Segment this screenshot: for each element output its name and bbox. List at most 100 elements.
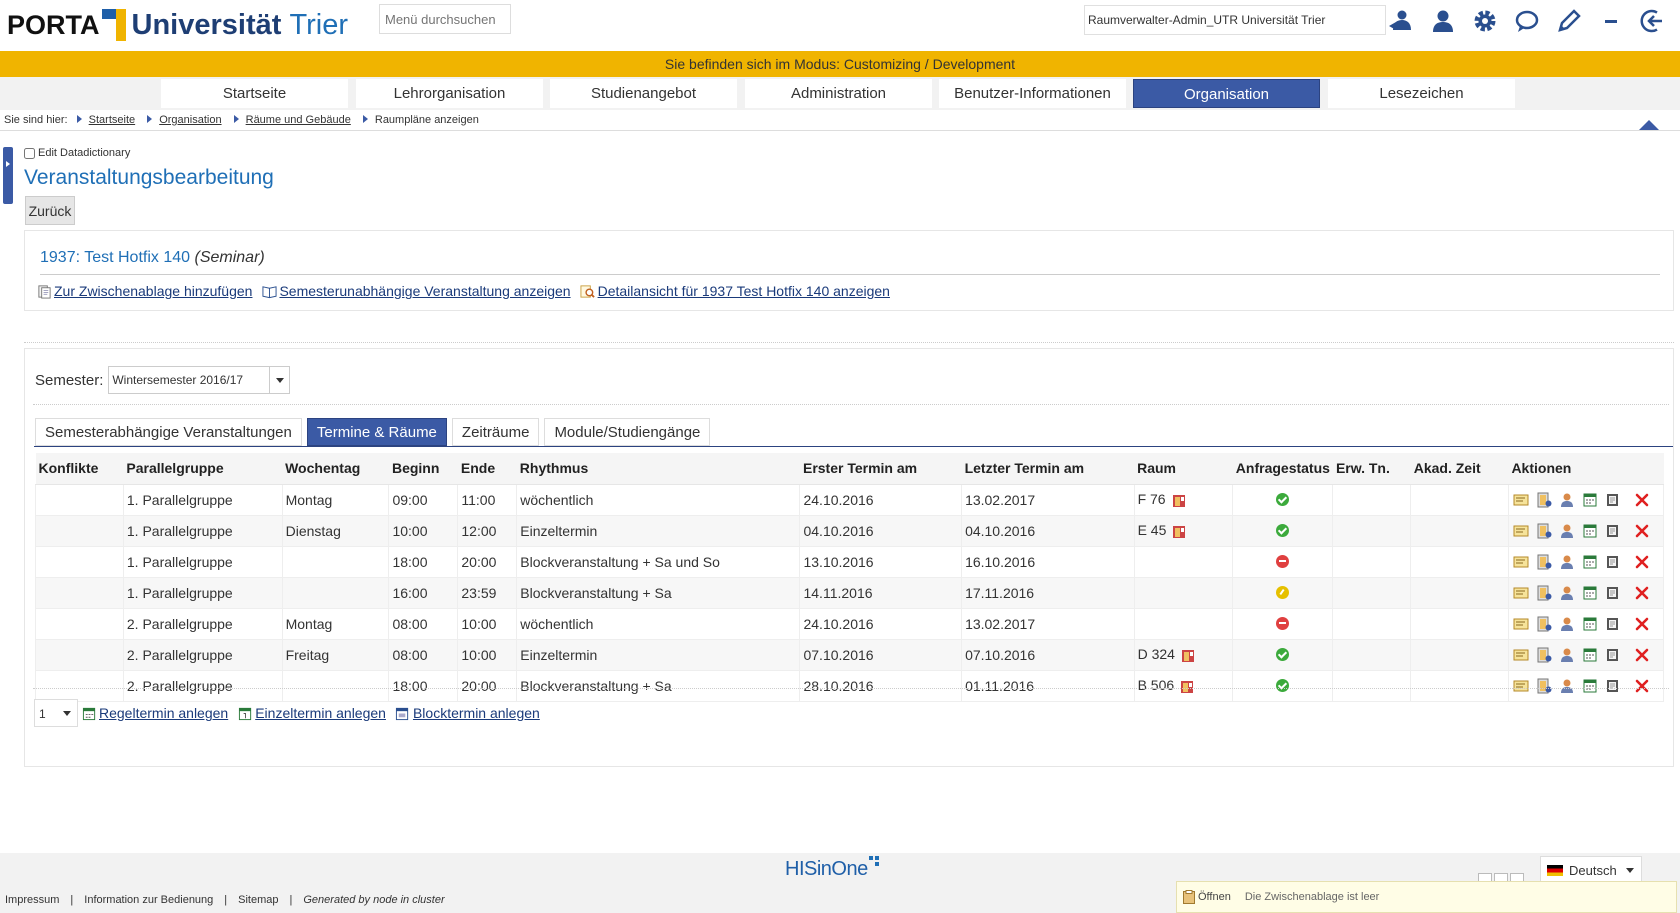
tab-termine-raeume[interactable]: Termine & Räume [306,418,447,446]
nav-tab-lehrorganisation[interactable]: Lehrorganisation [356,79,543,108]
semester-independent-label[interactable]: Semesterunabhängige Veranstaltung anzeig… [279,283,570,299]
semester-independent-link[interactable]: Semesterunabhängige Veranstaltung anzeig… [261,283,571,299]
gear-icon[interactable] [1470,6,1500,36]
logout-icon[interactable] [1638,6,1668,36]
back-button[interactable]: Zurück [25,196,75,225]
semester-select[interactable]: Wintersemester 2016/17 [108,366,291,394]
chat-icon[interactable] [1512,6,1542,36]
room-request-icon[interactable] [1535,522,1554,539]
delete-icon[interactable] [1633,615,1652,632]
room-request-icon[interactable] [1535,646,1554,663]
edit-note-icon[interactable] [1512,646,1531,663]
create-single-date-label[interactable]: Einzeltermin anlegen [255,705,386,721]
footer-link-bedienung[interactable]: Information zur Bedienung [84,894,213,906]
create-block-date-link[interactable]: Blocktermin anlegen [395,705,540,721]
room-door-icon[interactable] [1172,525,1186,539]
calendar-icon[interactable] [1581,615,1600,632]
column-header: Aktionen [1508,453,1664,485]
detail-view-link[interactable]: Detailansicht für 1937 Test Hotfix 140 a… [580,283,890,299]
create-single-date-link[interactable]: Einzeltermin anlegen [237,705,386,721]
lecturer-icon[interactable] [1558,677,1577,694]
create-block-date-label[interactable]: Blocktermin anlegen [413,705,540,721]
room-label: B 506 [1137,677,1175,694]
calendar-icon[interactable] [1581,491,1600,508]
add-to-clipboard-label[interactable]: Zur Zwischenablage hinzufügen [54,283,252,299]
edit-note-icon[interactable] [1512,615,1531,632]
notebook-icon[interactable] [1604,677,1623,694]
edit-note-icon[interactable] [1512,584,1531,601]
notebook-icon[interactable] [1604,646,1623,663]
lecturer-icon[interactable] [1558,584,1577,601]
nav-tab-administration[interactable]: Administration [745,79,932,108]
tab-module-studiengaenge[interactable]: Module/Studiengänge [544,418,711,446]
table-row: 1. Parallelgruppe Montag 09:00 11:00 wöchent… [35,483,1665,516]
calendar-icon[interactable] [1581,584,1600,601]
clipboard-open-link[interactable]: Öffnen [1198,891,1231,903]
menu-search-input[interactable] [379,4,511,34]
collapse-header-icon[interactable] [1639,120,1659,130]
room-request-icon[interactable] [1535,677,1554,694]
nav-tab-benutzer-informationen[interactable]: Benutzer-Informationen [939,79,1126,108]
lecturer-icon[interactable] [1558,491,1577,508]
edit-datadictionary[interactable]: Edit Datadictionary [24,147,130,159]
edit-note-icon[interactable] [1512,522,1531,539]
language-select[interactable]: Deutsch [1540,856,1642,884]
nav-tab-lesezeichen[interactable]: Lesezeichen [1328,79,1515,108]
edit-note-icon[interactable] [1512,491,1531,508]
detail-view-label[interactable]: Detailansicht für 1937 Test Hotfix 140 a… [598,283,890,299]
chevron-down-icon[interactable] [269,367,289,393]
count-select[interactable]: 1 [34,699,78,727]
nav-tab-studienangebot[interactable]: Studienangebot [550,79,737,108]
tab-zeitraeume[interactable]: Zeiträume [451,418,540,446]
edit-note-icon[interactable] [1512,553,1531,570]
breadcrumb-startseite[interactable]: Startseite [89,114,135,126]
calendar-icon[interactable] [1581,646,1600,663]
room-request-icon[interactable] [1535,553,1554,570]
delete-icon[interactable] [1633,491,1652,508]
minimize-icon[interactable] [1596,6,1626,36]
notebook-icon[interactable] [1604,584,1623,601]
breadcrumb-organisation[interactable]: Organisation [159,114,221,126]
create-regular-date-link[interactable]: Regeltermin anlegen [81,705,228,721]
nav-tab-organisation[interactable]: Organisation [1133,79,1320,108]
room-request-icon[interactable] [1535,584,1554,601]
room-door-icon[interactable] [1172,494,1186,508]
lecturer-icon[interactable] [1558,646,1577,663]
delete-icon[interactable] [1633,584,1652,601]
calendar-icon[interactable] [1581,553,1600,570]
edit-datadictionary-checkbox[interactable] [24,147,35,159]
notebook-icon[interactable] [1604,553,1623,570]
room-request-icon[interactable] [1535,615,1554,632]
nav-tab-startseite[interactable]: Startseite [161,79,348,108]
room-door-icon[interactable] [1180,680,1194,694]
room-door-icon[interactable] [1181,649,1195,663]
notebook-icon[interactable] [1604,615,1623,632]
pencil-icon[interactable] [1554,6,1584,36]
lecturer-icon[interactable] [1558,522,1577,539]
calendar-icon[interactable] [1581,677,1600,694]
cell-tag: Dienstag [281,514,390,547]
delete-icon[interactable] [1633,646,1652,663]
notebook-icon[interactable] [1604,491,1623,508]
role-switch-icon[interactable] [1385,6,1415,36]
breadcrumb-raeume[interactable]: Räume und Gebäude [246,114,351,126]
delete-icon[interactable] [1633,677,1652,694]
room-request-icon[interactable] [1535,491,1554,508]
edit-note-icon[interactable] [1512,677,1531,694]
footer-link-sitemap[interactable]: Sitemap [238,894,278,906]
cell-erw [1332,514,1412,547]
tab-semesterabhaengige-veranstaltungen[interactable]: Semesterabhängige Veranstaltungen [35,418,302,446]
role-selector[interactable]: Raumverwalter-Admin_UTR Universität Trie… [1084,5,1386,35]
calendar-icon[interactable] [1581,522,1600,539]
university-logo[interactable]: PORTA Universität Trier [7,5,348,45]
notebook-icon[interactable] [1604,522,1623,539]
user-icon[interactable] [1428,6,1458,36]
delete-icon[interactable] [1633,522,1652,539]
sidebar-toggle-icon[interactable] [3,147,13,204]
delete-icon[interactable] [1633,553,1652,570]
lecturer-icon[interactable] [1558,553,1577,570]
lecturer-icon[interactable] [1558,615,1577,632]
create-regular-date-label[interactable]: Regeltermin anlegen [99,705,228,721]
footer-link-impressum[interactable]: Impressum [5,894,59,906]
add-to-clipboard-link[interactable]: Zur Zwischenablage hinzufügen [36,283,252,299]
